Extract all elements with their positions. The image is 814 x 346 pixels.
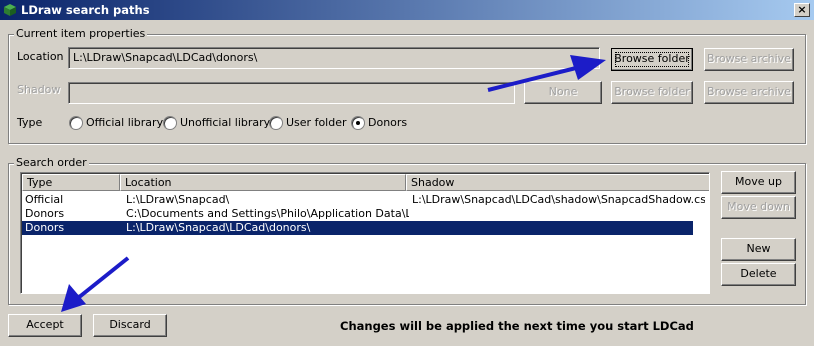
radio-circle: [269, 116, 283, 130]
cell-location: L:\LDraw\Snapcad\LDCad\donors\: [126, 221, 311, 234]
table-header: Type Location Shadow: [22, 174, 709, 191]
shadow-field[interactable]: [68, 82, 515, 104]
location-label: Location: [17, 50, 64, 63]
type-radio-label: Unofficial library: [180, 116, 271, 129]
column-header-type[interactable]: Type: [22, 174, 120, 191]
cell-location: C:\Documents and Settings\Philo\Applicat…: [126, 207, 409, 220]
move-up-button[interactable]: Move up: [721, 171, 796, 194]
shadow-browse-folder-button[interactable]: Browse folder: [611, 81, 693, 104]
shadow-label: Shadow: [17, 83, 61, 96]
cell-shadow: L:\LDraw\Snapcad\LDCad\shadow\SnapcadSha…: [412, 193, 705, 206]
location-browse-archive-button[interactable]: Browse archive: [704, 48, 794, 71]
radio-circle-selected: [351, 116, 365, 130]
table-row-selected[interactable]: Donors L:\LDraw\Snapcad\LDCad\donors\: [22, 221, 693, 235]
current-item-group-title: Current item properties: [14, 27, 148, 40]
accept-button[interactable]: Accept: [8, 314, 82, 337]
search-order-group-title: Search order: [14, 156, 89, 169]
column-header-location[interactable]: Location: [120, 174, 406, 191]
focus-indicator: [615, 52, 689, 67]
delete-button[interactable]: Delete: [721, 263, 796, 286]
discard-button[interactable]: Discard: [93, 314, 167, 337]
table-row[interactable]: Official L:\LDraw\Snapcad\ L:\LDraw\Snap…: [22, 193, 705, 207]
location-field[interactable]: L:\LDraw\Snapcad\LDCad\donors\: [68, 47, 600, 69]
move-down-button[interactable]: Move down: [721, 196, 796, 219]
cell-type: Donors: [25, 207, 65, 220]
column-header-shadow[interactable]: Shadow: [406, 174, 709, 191]
close-icon: ×: [797, 3, 807, 16]
status-message: Changes will be applied the next time yo…: [340, 319, 694, 333]
new-button[interactable]: New: [721, 238, 796, 261]
cell-type: Official: [25, 193, 64, 206]
type-radio-label: Donors: [368, 116, 408, 129]
close-button[interactable]: ×: [794, 3, 810, 17]
table-row[interactable]: Donors C:\Documents and Settings\Philo\A…: [22, 207, 693, 221]
window-title: LDraw search paths: [21, 3, 150, 17]
type-radio-label: Official library: [86, 116, 164, 129]
radio-circle: [163, 116, 177, 130]
cell-type: Donors: [25, 221, 65, 234]
type-label: Type: [17, 116, 43, 129]
search-order-table[interactable]: Type Location Shadow Official L:\LDraw\S…: [20, 172, 710, 294]
cell-location: L:\LDraw\Snapcad\: [126, 193, 230, 206]
title-bar[interactable]: LDraw search paths ×: [0, 0, 814, 20]
type-radio-label: User folder: [286, 116, 347, 129]
location-browse-folder-button[interactable]: Browse folder: [611, 48, 693, 71]
shadow-browse-archive-button[interactable]: Browse archive: [704, 81, 794, 104]
shadow-none-button[interactable]: None: [524, 81, 602, 104]
app-icon: [4, 4, 16, 16]
radio-circle: [69, 116, 83, 130]
